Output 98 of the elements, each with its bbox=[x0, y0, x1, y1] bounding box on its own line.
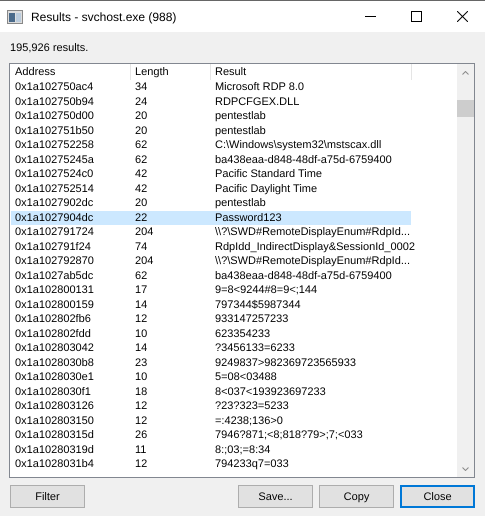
table-cell-text: 0x1a102802fdd bbox=[14, 326, 92, 341]
table-cell-text: Pacific Daylight Time bbox=[214, 182, 318, 196]
table-cell-text: pentestlab bbox=[214, 196, 267, 210]
table-cell-text: 933147257233 bbox=[214, 312, 290, 326]
table-cell-text: 0x1a102750b94 bbox=[14, 94, 95, 109]
scroll-up-icon[interactable] bbox=[462, 70, 469, 74]
table-cell-text: 0x1a1027ab5dc bbox=[14, 268, 94, 283]
table-cell-text: 0x1a102791724 bbox=[14, 225, 95, 240]
table-cell-text: 0x1a102802fb6 bbox=[14, 312, 92, 326]
table-cell-text: 42 bbox=[134, 182, 148, 196]
table-cell-text: 9=8<9244#8=9<;144 bbox=[214, 283, 318, 298]
table-cell-text: 0x1a102800131 bbox=[14, 283, 95, 298]
table-cell-text: pentestlab bbox=[214, 124, 267, 138]
table-cell-text: 0x1a1027524c0 bbox=[14, 167, 94, 182]
table-cell-text: ?23?323=5233 bbox=[214, 399, 290, 414]
table-cell-text: 8:;03;=8:34 bbox=[214, 442, 272, 457]
close-icon[interactable] bbox=[456, 11, 468, 22]
dialog-button[interactable]: Save... bbox=[238, 485, 313, 508]
table-cell-text: 0x1a1028030e1 bbox=[14, 370, 95, 384]
dialog-button[interactable]: Copy bbox=[319, 485, 394, 508]
table-cell-text: 34 bbox=[134, 80, 148, 94]
table-cell-text: 0x1a102752258 bbox=[14, 138, 95, 152]
scroll-down-icon[interactable] bbox=[462, 466, 469, 470]
table-cell-text: 204 bbox=[134, 225, 154, 240]
table-cell-text: 0x1a102752514 bbox=[14, 182, 95, 196]
table-cell-text: 0x1a102791f24 bbox=[14, 240, 92, 254]
table-cell-text: 9249837>982369723565933 bbox=[214, 356, 358, 370]
table-cell-text: 0x1a102803042 bbox=[14, 341, 95, 356]
table-cell-text: 10 bbox=[134, 326, 148, 341]
table-cell-text: 74 bbox=[134, 240, 148, 254]
table-cell-text: 62 bbox=[134, 152, 148, 167]
table-cell-text: 0x1a102751b50 bbox=[14, 124, 95, 138]
table-cell-text: \\?\SWD#RemoteDisplayEnum#RdpId... bbox=[214, 254, 411, 268]
table-cell-text: 0x1a102792870 bbox=[14, 254, 95, 268]
table-cell-text: C:\Windows\system32\mstscax.dll bbox=[214, 138, 382, 152]
table-cell-text: 0x1a102750d00 bbox=[14, 109, 95, 124]
vertical-scrollbar[interactable] bbox=[457, 64, 474, 477]
table-cell-text: 5=08<03488 bbox=[214, 370, 278, 384]
table-cell-text: 623354233 bbox=[214, 326, 272, 341]
table-cell-text: 17 bbox=[134, 283, 148, 298]
table-cell-text: ?3456133=6233 bbox=[214, 341, 296, 356]
app-window-icon bbox=[7, 10, 23, 24]
maximize-icon[interactable] bbox=[410, 11, 422, 22]
column-header[interactable]: Address bbox=[11, 64, 131, 80]
table-cell-text: 8<037<193923697233 bbox=[214, 384, 327, 399]
table-cell-text: 0x1a1028031b4 bbox=[14, 457, 95, 472]
table-cell-text: 62 bbox=[134, 268, 148, 283]
table-cell-text: Microsoft RDP 8.0 bbox=[214, 80, 306, 94]
table-cell-text: 0x1a102750ac4 bbox=[14, 80, 94, 94]
table-cell-text: 204 bbox=[134, 254, 154, 268]
table-cell-text: 794233q7=033 bbox=[214, 457, 290, 472]
table-cell-text: 797344$5987344 bbox=[214, 298, 302, 312]
dialog-button[interactable]: Filter bbox=[10, 485, 85, 508]
table-cell-text: RDPCFGEX.DLL bbox=[214, 94, 300, 109]
table-cell-text: 7946?871;<8;818?79>;7;<033 bbox=[214, 428, 364, 442]
table-cell-text: 0x1a1028030b8 bbox=[14, 356, 95, 370]
table-cell-text: 12 bbox=[134, 457, 148, 472]
table-cell-text: 0x1a10275245a bbox=[14, 152, 95, 167]
table-cell-text: 12 bbox=[134, 414, 148, 428]
table-cell-text: 0x1a1027904dc bbox=[14, 210, 94, 225]
table-cell-text: 10 bbox=[134, 370, 148, 384]
table-cell-text: 42 bbox=[134, 167, 148, 182]
table-cell-text: 23 bbox=[134, 356, 148, 370]
window-title: Results - svchost.exe (988) bbox=[31, 10, 178, 24]
minimize-icon[interactable] bbox=[364, 16, 376, 17]
table-cell-text: 22 bbox=[134, 210, 148, 225]
selected-row-highlight[interactable]: 0x1a1027904dc 22 Password123 bbox=[11, 210, 411, 225]
table-cell-text: 0x1a102803150 bbox=[14, 414, 95, 428]
table-cell-text: 20 bbox=[134, 109, 148, 124]
table-cell-text: pentestlab bbox=[214, 109, 267, 124]
table-cell-text: 0x1a10280315d bbox=[14, 428, 95, 442]
table-cell-text: Password123 bbox=[214, 210, 283, 225]
scrollbar-thumb[interactable] bbox=[457, 100, 474, 117]
dialog-button[interactable]: Close bbox=[400, 485, 475, 508]
table-cell-text: 0x1a1028030f1 bbox=[14, 384, 92, 399]
table-cell-text: ba438eaa-d848-48df-a75d-6759400 bbox=[214, 268, 393, 283]
table-cell-text: 12 bbox=[134, 312, 148, 326]
table-cell-text: 14 bbox=[134, 298, 148, 312]
column-header[interactable]: Result bbox=[211, 64, 412, 80]
table-cell-text: 14 bbox=[134, 341, 148, 356]
table-cell-text: 0x1a10280319d bbox=[14, 442, 95, 457]
table-cell-text: 11 bbox=[134, 442, 148, 457]
table-cell-text: 12 bbox=[134, 399, 148, 414]
results-count: 195,926 results. bbox=[10, 42, 88, 54]
table-cell-text: 18 bbox=[134, 384, 148, 399]
table-cell-text: 20 bbox=[134, 196, 148, 210]
table-cell-text: ba438eaa-d848-48df-a75d-6759400 bbox=[214, 152, 393, 167]
table-cell-text: 0x1a102800159 bbox=[14, 298, 95, 312]
table-cell-text: 20 bbox=[134, 124, 148, 138]
table-cell-text: 62 bbox=[134, 138, 148, 152]
table-cell-text: 0x1a1027902dc bbox=[14, 196, 94, 210]
table-cell-text: 24 bbox=[134, 94, 148, 109]
table-cell-text: Pacific Standard Time bbox=[214, 167, 323, 182]
table-cell-text: \\?\SWD#RemoteDisplayEnum#RdpId... bbox=[214, 225, 411, 240]
table-cell-text: =:4238;136>0 bbox=[214, 414, 284, 428]
table-cell-text: 26 bbox=[134, 428, 148, 442]
table-cell-text: 0x1a102803126 bbox=[14, 399, 95, 414]
column-header[interactable]: Length bbox=[131, 64, 211, 80]
